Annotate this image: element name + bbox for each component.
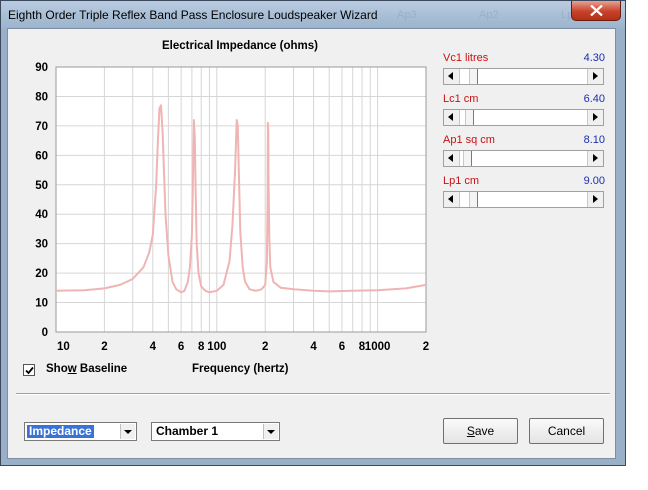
x-tick-label: 100 xyxy=(207,341,226,353)
x-tick-label: 2 xyxy=(262,341,268,353)
view-select-value: Impedance xyxy=(27,424,94,438)
chevron-down-icon[interactable] xyxy=(120,424,135,439)
x-tick-label: 8 xyxy=(198,341,205,353)
scroll-right-arrow-icon[interactable] xyxy=(587,110,603,125)
y-tick-label: 0 xyxy=(42,327,48,339)
x-tick-label: 4 xyxy=(150,341,157,353)
cancel-button[interactable]: Cancel xyxy=(529,418,604,444)
param-label: Lc1 cm xyxy=(443,93,479,105)
checkmark-icon xyxy=(25,366,34,375)
scroll-right-arrow-icon[interactable] xyxy=(587,69,603,84)
y-tick-label: 60 xyxy=(35,150,48,162)
y-tick-label: 40 xyxy=(35,209,48,221)
y-tick-label: 20 xyxy=(35,268,48,280)
scroll-left-arrow-icon[interactable] xyxy=(444,151,460,166)
ap1-slider[interactable] xyxy=(443,150,604,167)
param-value: 4.30 xyxy=(583,52,605,64)
lc1-slider[interactable] xyxy=(443,109,604,126)
slider-thumb[interactable] xyxy=(468,69,478,84)
y-tick-label: 10 xyxy=(35,298,48,310)
x-tick-label: 1000 xyxy=(365,341,391,353)
y-tick-label: 70 xyxy=(35,121,48,133)
x-axis-label: Frequency (hertz) xyxy=(192,363,289,375)
y-tick-label: 50 xyxy=(35,180,48,192)
y-tick-label: 80 xyxy=(35,91,48,103)
save-button[interactable]: Save xyxy=(443,418,518,444)
scroll-right-arrow-icon[interactable] xyxy=(587,151,603,166)
scroll-right-arrow-icon[interactable] xyxy=(587,192,603,207)
x-tick-label: 6 xyxy=(178,341,184,353)
view-select[interactable]: Impedance xyxy=(24,422,137,441)
show-baseline-label[interactable]: Show Baseline xyxy=(46,363,127,375)
slider-thumb[interactable] xyxy=(462,151,472,166)
scroll-left-arrow-icon[interactable] xyxy=(444,69,460,84)
y-tick-label: 90 xyxy=(35,62,48,74)
x-tick-label: 6 xyxy=(339,341,345,353)
x-tick-label: 2 xyxy=(423,341,429,353)
scroll-left-arrow-icon[interactable] xyxy=(444,192,460,207)
vc1-slider[interactable] xyxy=(443,68,604,85)
x-tick-label: 2 xyxy=(101,341,107,353)
chamber-select[interactable]: Chamber 1 xyxy=(151,422,280,441)
slider-thumb[interactable] xyxy=(468,192,478,207)
chevron-down-icon[interactable] xyxy=(263,424,278,439)
separator-line xyxy=(16,393,610,395)
param-label: Ap1 sq cm xyxy=(443,134,495,146)
param-label: Lp1 cm xyxy=(443,175,480,187)
slider-thumb[interactable] xyxy=(465,110,474,125)
param-label: Vc1 litres xyxy=(443,52,489,64)
param-value: 6.40 xyxy=(583,93,605,105)
show-baseline-checkbox[interactable] xyxy=(23,364,35,376)
x-tick-label: 4 xyxy=(310,341,317,353)
chamber-select-value: Chamber 1 xyxy=(156,424,219,438)
param-value: 8.10 xyxy=(583,134,605,146)
y-tick-label: 30 xyxy=(35,239,48,251)
param-value: 9.00 xyxy=(583,175,605,187)
x-tick-label: 10 xyxy=(57,341,70,353)
scroll-left-arrow-icon[interactable] xyxy=(444,110,460,125)
lp1-slider[interactable] xyxy=(443,191,604,208)
